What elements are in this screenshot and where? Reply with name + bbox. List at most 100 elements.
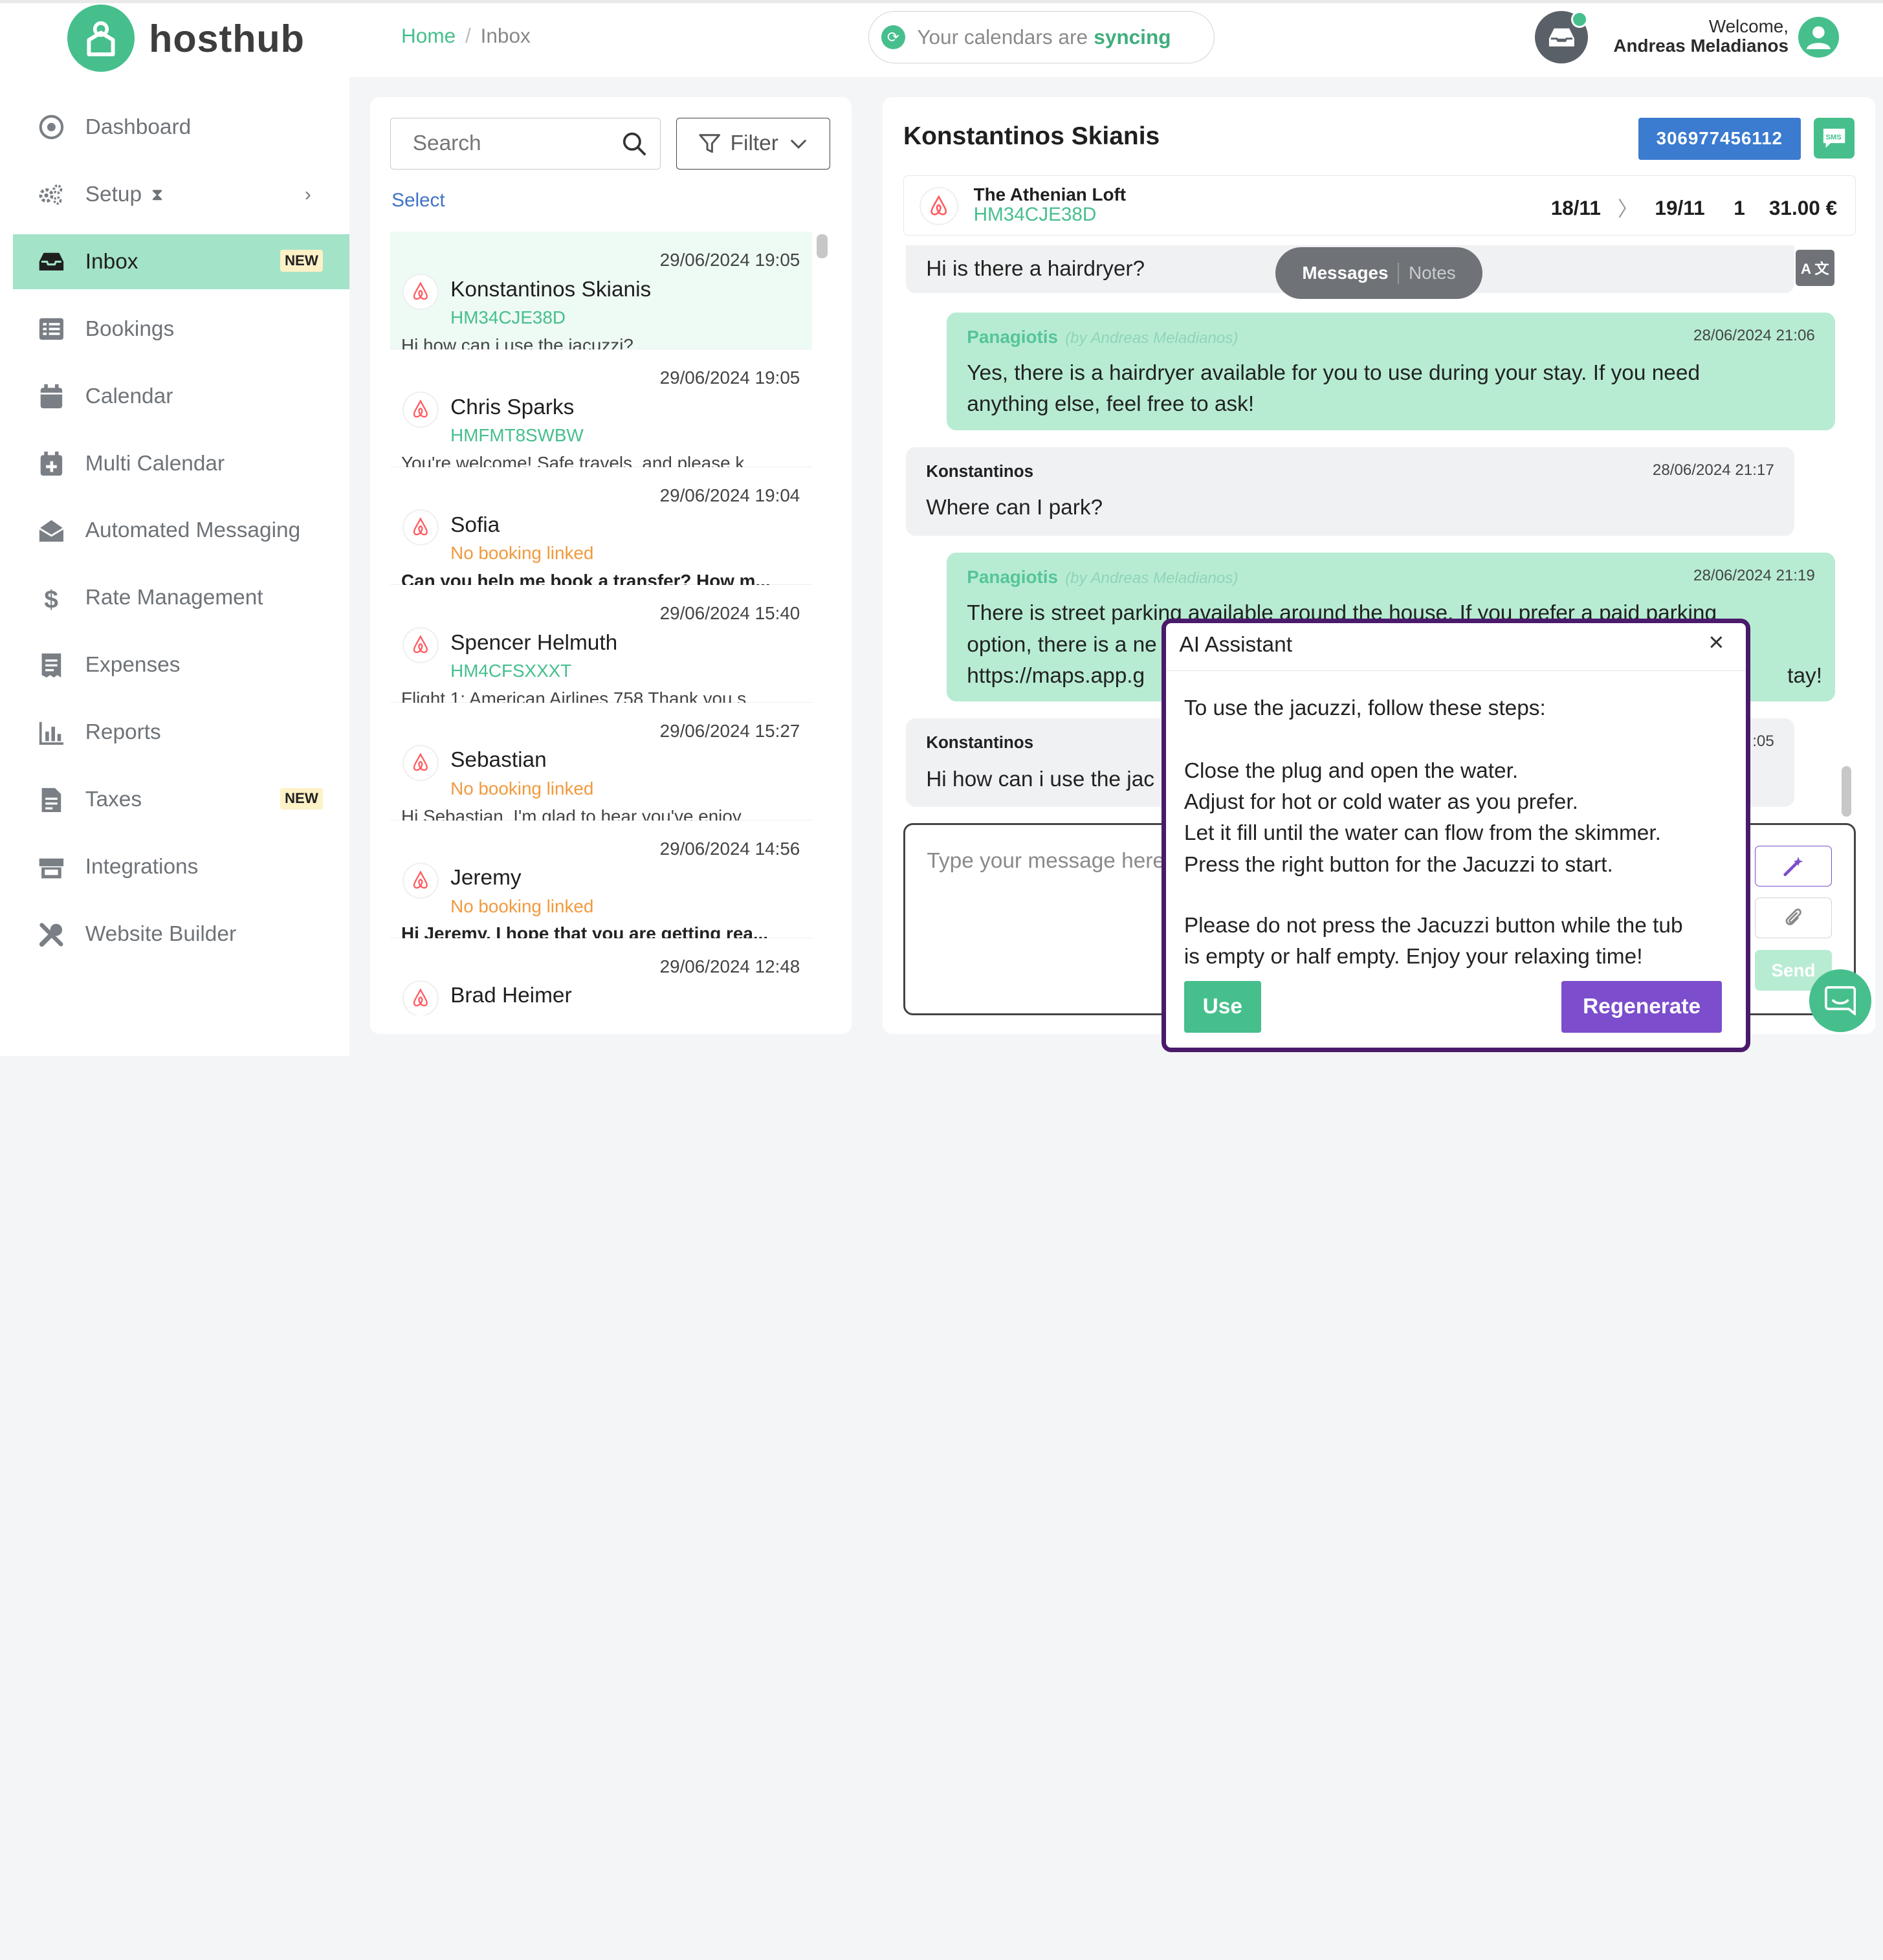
tab-messages[interactable]: Messages: [1302, 263, 1388, 283]
conversation-date: 29/06/2024 19:05: [659, 250, 800, 270]
conversation-item[interactable]: Sebastian 29/06/2024 15:27 No booking link…: [390, 702, 812, 826]
sidebar-item-rate-management[interactable]: $ Rate Management: [13, 571, 349, 626]
list-icon: [39, 318, 64, 340]
sidebar-item-inbox[interactable]: Inbox NEW: [13, 234, 350, 290]
booking-summary: 18/11 〉 19/11 1 31.00 €: [1534, 193, 1837, 223]
conversation-date: 29/06/2024 14:56: [659, 838, 800, 859]
support-chat-button[interactable]: [1809, 969, 1872, 1032]
sidebar-item-automated-messaging[interactable]: Automated Messaging: [13, 503, 349, 558]
gears-icon: [39, 184, 63, 205]
breadcrumb-separator: /: [465, 24, 471, 48]
conversation-name: Chris Sparks: [450, 395, 575, 419]
use-button[interactable]: Use: [1184, 981, 1261, 1033]
translate-icon[interactable]: A 文: [1796, 250, 1834, 286]
conversation-item[interactable]: Jeremy 29/06/2024 14:56 No booking linked H…: [390, 820, 812, 943]
breadcrumb-current: Inbox: [480, 24, 531, 48]
sidebar-item-taxes[interactable]: Taxes NEW: [13, 773, 349, 828]
conversation-item[interactable]: Konstantinos Skianis 29/06/2024 19:05 HM34…: [390, 232, 812, 355]
conversation-item[interactable]: Chris Sparks 29/06/2024 19:05 HMFMT8SWBW Yo…: [390, 349, 812, 473]
document-icon: [41, 787, 61, 812]
user-name: Andreas Meladianos: [1613, 35, 1789, 56]
close-icon[interactable]: ×: [1708, 627, 1724, 657]
sync-icon: ⟳: [881, 25, 905, 50]
conversation-item[interactable]: Spencer Helmuth 29/06/2024 15:40 HM4CFSXXX…: [390, 585, 812, 709]
guest-name: Konstantinos Skianis: [903, 122, 1160, 151]
sidebar-item-calendar[interactable]: Calendar: [13, 369, 349, 424]
sync-text: Your calendars are: [917, 25, 1088, 49]
guest-count: 1: [1734, 195, 1745, 219]
search-input[interactable]: [390, 117, 661, 170]
list-scrollbar[interactable]: [817, 234, 828, 259]
ai-response-line: is empty or half empty. Enjoy your relax…: [1184, 945, 1643, 969]
filter-icon: [699, 134, 721, 153]
conversation-name: Sofia: [450, 512, 500, 537]
app-root: hosthub Home / Inbox ⟳ Your calendars are s…: [0, 0, 1883, 1056]
booking-card[interactable]: The Athenian Loft HM34CJE38D 18/11 〉 19/…: [903, 175, 1856, 236]
sidebar-item-setup[interactable]: Setup ⧗ ›: [13, 167, 349, 222]
receipt-icon: [41, 653, 61, 677]
sidebar-item-multi-calendar[interactable]: Multi Calendar: [13, 436, 349, 491]
sidebar-item-reports[interactable]: Reports: [13, 705, 349, 760]
sidebar-item-bookings[interactable]: Bookings: [13, 302, 349, 357]
airbnb-icon: [403, 981, 437, 1015]
phone-button[interactable]: 306977456112: [1638, 117, 1801, 160]
toggle-divider: [1398, 262, 1400, 284]
sidebar-item-integrations[interactable]: Integrations: [13, 840, 349, 895]
checkin-date: 18/11: [1550, 195, 1601, 219]
attach-button[interactable]: [1755, 897, 1832, 938]
message-sender: Panagiotis (by Andreas Meladianos): [967, 567, 1239, 588]
sidebar-item-label: Automated Messaging: [85, 518, 301, 543]
conversation-booking-code: No booking linked: [450, 778, 594, 798]
conversation-name: Jeremy: [450, 866, 522, 890]
message-time: 28/06/2024 21:17: [1652, 461, 1774, 479]
conversation-item[interactable]: Brad Heimer 29/06/2024 12:48: [390, 938, 812, 1015]
message-time: 28/06/2024 21:19: [1693, 567, 1815, 585]
ai-response-line: Please do not press the Jacuzzi button w…: [1184, 914, 1683, 938]
sms-button[interactable]: SMS: [1814, 117, 1855, 159]
regenerate-button[interactable]: Regenerate: [1561, 981, 1723, 1033]
ai-response-line: Let it fill until the water can flow fro…: [1184, 821, 1661, 846]
sync-status: syncing: [1094, 25, 1171, 49]
conversation-date: 29/06/2024 12:48: [659, 956, 800, 976]
breadcrumb: Home / Inbox: [401, 24, 531, 48]
sidebar-item-website-builder[interactable]: Website Builder: [13, 907, 349, 962]
tab-notes[interactable]: Notes: [1409, 263, 1456, 283]
breadcrumb-home[interactable]: Home: [401, 24, 456, 47]
booking-code[interactable]: HM34CJE38D: [974, 204, 1097, 226]
ai-response-line: To use the jacuzzi, follow these steps:: [1184, 696, 1546, 721]
calendar-icon: [41, 384, 63, 409]
message-sender: Konstantinos: [926, 732, 1034, 753]
conversation-name: Konstantinos Skianis: [450, 277, 652, 302]
chevron-right-icon: ›: [304, 183, 311, 205]
logo[interactable]: hosthub: [67, 5, 305, 72]
message-time: 28/06/2024 21:06: [1693, 326, 1815, 344]
sidebar-item-dashboard[interactable]: Dashboard: [13, 100, 349, 155]
paperclip-icon: [1785, 908, 1801, 926]
sidebar-item-expenses[interactable]: Expenses: [13, 638, 349, 693]
conversation-item[interactable]: Sofia 29/06/2024 19:04 No booking linked Ca…: [390, 467, 812, 591]
message-text: Yes, there is a hairdryer available for …: [967, 361, 1701, 417]
message-text: Hi how can i use the jac: [926, 767, 1154, 791]
message-text-tail: tay!: [1787, 663, 1823, 688]
sidebar-item-label: Setup: [85, 182, 142, 206]
svg-text:SMS: SMS: [1826, 133, 1842, 141]
conversation-list: Konstantinos Skianis 29/06/2024 19:05 HM34…: [390, 232, 812, 1015]
avatar[interactable]: [1798, 16, 1839, 58]
sidebar-item-label: Calendar: [85, 384, 173, 408]
select-link[interactable]: Select: [391, 190, 445, 212]
message-scrollbar[interactable]: [1841, 766, 1851, 817]
chevron-right-icon: 〉: [1617, 197, 1638, 221]
conversation-date: 29/06/2024 15:27: [659, 720, 800, 741]
filter-label: Filter: [730, 131, 778, 155]
ai-magic-button[interactable]: [1755, 845, 1832, 886]
inbox-icon: [39, 253, 64, 271]
ai-response-line: Close the plug and open the water.: [1184, 758, 1519, 783]
messages-notes-toggle[interactable]: Messages Notes: [1275, 247, 1482, 300]
sidebar-item-label: Integrations: [85, 855, 199, 879]
airbnb-icon: [403, 863, 437, 897]
ai-response-line: Adjust for hot or cold water as you pref…: [1184, 790, 1578, 814]
bar-chart-icon: [39, 721, 64, 745]
calendar-plus-icon: [41, 451, 63, 476]
search-icon[interactable]: [622, 132, 646, 156]
filter-button[interactable]: Filter: [676, 117, 830, 170]
